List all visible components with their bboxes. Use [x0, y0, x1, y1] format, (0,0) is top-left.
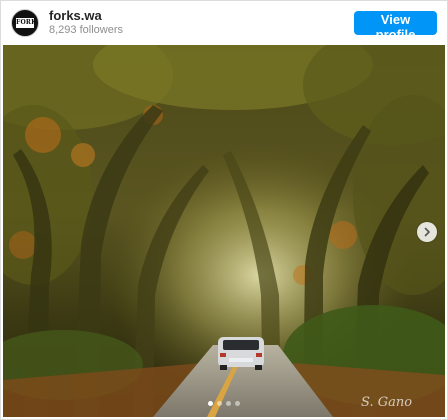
carousel-dot: [208, 401, 213, 406]
chevron-right-icon: [424, 227, 430, 237]
avatar[interactable]: FORKS: [11, 9, 39, 37]
post-photo[interactable]: S. Gano: [3, 45, 445, 417]
carousel-dot: [217, 401, 222, 406]
car: [218, 337, 264, 370]
username[interactable]: forks.wa: [49, 9, 354, 23]
carousel-dot: [235, 401, 240, 406]
carousel-indicator: [1, 401, 447, 406]
post-card: FORKS forks.wa 8,293 followers View prof…: [0, 0, 448, 420]
account-info: forks.wa 8,293 followers: [49, 9, 354, 37]
follower-count: 8,293 followers: [49, 24, 123, 36]
next-slide-button[interactable]: [417, 222, 437, 242]
carousel-dot: [226, 401, 231, 406]
post-header: FORKS forks.wa 8,293 followers View prof…: [1, 1, 447, 45]
forest-road-image: S. Gano: [3, 45, 445, 417]
view-profile-button[interactable]: View profile: [354, 11, 437, 42]
avatar-logo: FORKS: [16, 18, 34, 28]
